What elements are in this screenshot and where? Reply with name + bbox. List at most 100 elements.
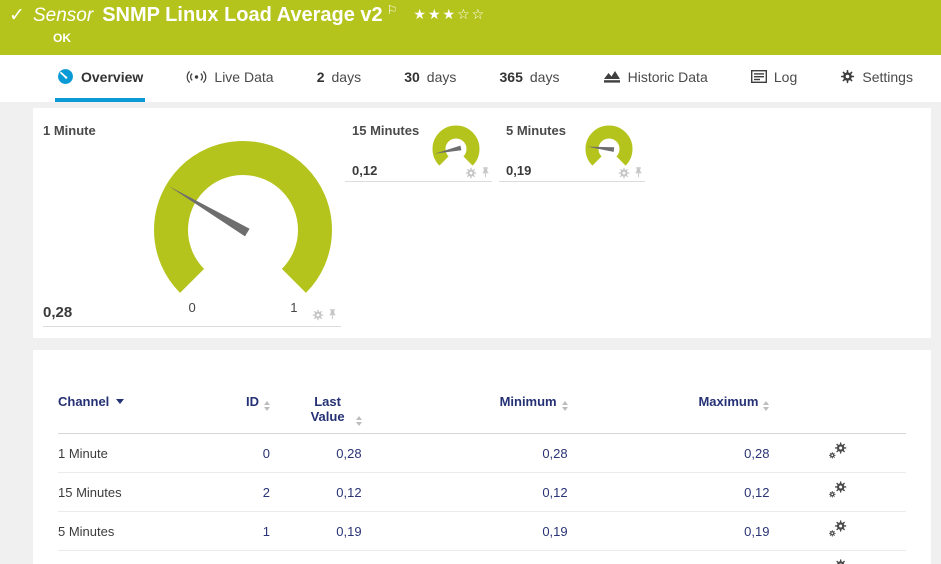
broadcast-icon [186,70,207,84]
gauge-15-minutes[interactable]: 15 Minutes 0,12 [345,118,492,182]
channel-table: Channel ID Last Value Minimum Maximum 1 Minu… [58,394,906,564]
svg-text:1: 1 [290,300,297,315]
gauge-5-minutes[interactable]: 5 Minutes 0,19 [499,118,645,182]
column-header-actions [769,394,906,434]
channel-minimum: 0,28 [361,433,568,473]
tab-historic-data[interactable]: Historic Data [601,55,710,102]
priority-stars[interactable]: ★★★☆☆ [413,7,486,23]
tab-2-days[interactable]: 2 days [315,55,363,102]
tab-label: Historic Data [627,68,708,85]
column-header-id[interactable]: ID [187,394,270,434]
channel-id: -4 [187,550,270,564]
channel-last-value: 0,12 [269,472,362,512]
gauge-settings-icon[interactable] [465,167,477,179]
channel-maximum [567,550,770,564]
column-header-last-value[interactable]: Last Value [269,394,362,434]
gear-icon [840,69,855,84]
table-header-row: Channel ID Last Value Minimum Maximum [58,394,906,434]
column-header-maximum[interactable]: Maximum [567,394,770,434]
gauge-icon [57,68,74,85]
sensor-header: ✓ Sensor SNMP Linux Load Average v2 ⚐ ★★★☆☆… [0,0,941,55]
gauge-tools [618,166,643,179]
channel-name: Downtime [58,550,188,564]
tab-label: days [426,68,457,85]
channel-id: 1 [187,511,270,551]
tab-365-days[interactable]: 365 days [498,55,562,102]
channel-settings-button[interactable] [828,481,847,500]
channel-maximum: 0,19 [567,511,770,551]
gauges-panel: 1 Minute 0 1 0,28 15 Minutes 0,12 5 Minutes 0,1… [33,108,931,338]
column-header-channel[interactable]: Channel [58,394,188,434]
gauge-pin-icon[interactable] [481,166,490,179]
gauge-value: 0,12 [352,163,378,178]
gauge-tools [312,308,337,321]
channel-maximum: 0,28 [567,433,770,473]
column-label: ID [245,394,259,409]
channel-id: 2 [187,472,270,512]
tab-bar: Overview Live Data 2 days 30 days 365 days Histo… [0,55,941,102]
channel-name: 1 Minute [58,433,188,473]
table-row: Downtime-4 [58,550,906,564]
sort-desc-icon [116,399,125,404]
table-row: 1 Minute 0 0,28 0,28 0,28 [58,433,906,473]
log-icon [750,70,767,83]
channel-settings-button[interactable] [828,442,847,461]
sort-toggle-icon [561,401,568,411]
gauge-settings-icon[interactable] [312,309,324,321]
sensor-title-row: Sensor SNMP Linux Load Average v2 ⚐ ★★★☆☆ [33,3,486,27]
column-header-minimum[interactable]: Minimum [361,394,568,434]
status-badge: OK [53,31,71,45]
gauge-pin-icon[interactable] [634,166,643,179]
gauge-title: 1 Minute [43,123,96,138]
channel-name: 15 Minutes [58,472,188,512]
channel-settings-cell [769,511,906,551]
gauge-dial: 01 [143,134,343,325]
table-row: 5 Minutes 1 0,19 0,19 0,19 [58,511,906,551]
channel-settings-button[interactable] [828,559,847,564]
tab-number: 30 [404,68,420,85]
tab-settings[interactable]: Settings [838,55,915,102]
flag-icon[interactable]: ⚐ [387,3,398,17]
gauge-value: 0,19 [506,163,532,178]
tab-overview[interactable]: Overview [55,55,146,102]
gauge-pin-icon[interactable] [328,308,337,321]
channel-minimum: 0,19 [361,511,568,551]
gauge-value: 0,28 [43,304,73,321]
column-label: Last Value [310,394,345,424]
tab-label: Log [773,68,798,85]
tab-number: 2 [316,68,325,85]
gauge-1-minute[interactable]: 1 Minute 0 1 0,28 [43,118,341,327]
channel-last-value: 0,28 [269,433,362,473]
gauge-title: 15 Minutes [352,123,420,138]
table-row: 15 Minutes 2 0,12 0,12 0,12 [58,472,906,512]
column-label: Maximum [698,394,759,409]
status-check-icon: ✓ [9,4,25,26]
channel-settings-cell [769,472,906,512]
object-kind-label: Sensor [33,5,94,26]
channel-settings-button[interactable] [828,520,847,539]
sort-toggle-icon [263,401,270,411]
sensor-title: SNMP Linux Load Average v2 [102,4,383,26]
tab-label: days [331,68,362,85]
tab-label: Overview [81,68,144,85]
channel-minimum [361,550,568,564]
gauge-settings-icon[interactable] [618,167,630,179]
sort-toggle-icon [355,416,362,426]
channel-settings-cell [769,433,906,473]
channel-settings-cell [769,550,906,564]
svg-text:0: 0 [188,300,195,315]
channel-last-value [269,550,362,564]
chart-icon [603,69,621,84]
tab-live-data[interactable]: Live Data [184,55,275,102]
tab-log[interactable]: Log [749,55,799,102]
column-label: Channel [58,394,110,409]
tab-label: Settings [862,68,913,85]
gauge-title: 5 Minutes [506,123,566,138]
channel-minimum: 0,12 [361,472,568,512]
table-body: 1 Minute 0 0,28 0,28 0,28 15 Minutes 2 0,12 0,12… [58,433,906,564]
sort-toggle-icon [763,401,770,411]
channel-table-panel: Channel ID Last Value Minimum Maximum 1 Minu… [33,350,931,564]
channel-last-value: 0,19 [269,511,362,551]
tab-label: days [529,68,560,85]
tab-30-days[interactable]: 30 days [402,55,458,102]
